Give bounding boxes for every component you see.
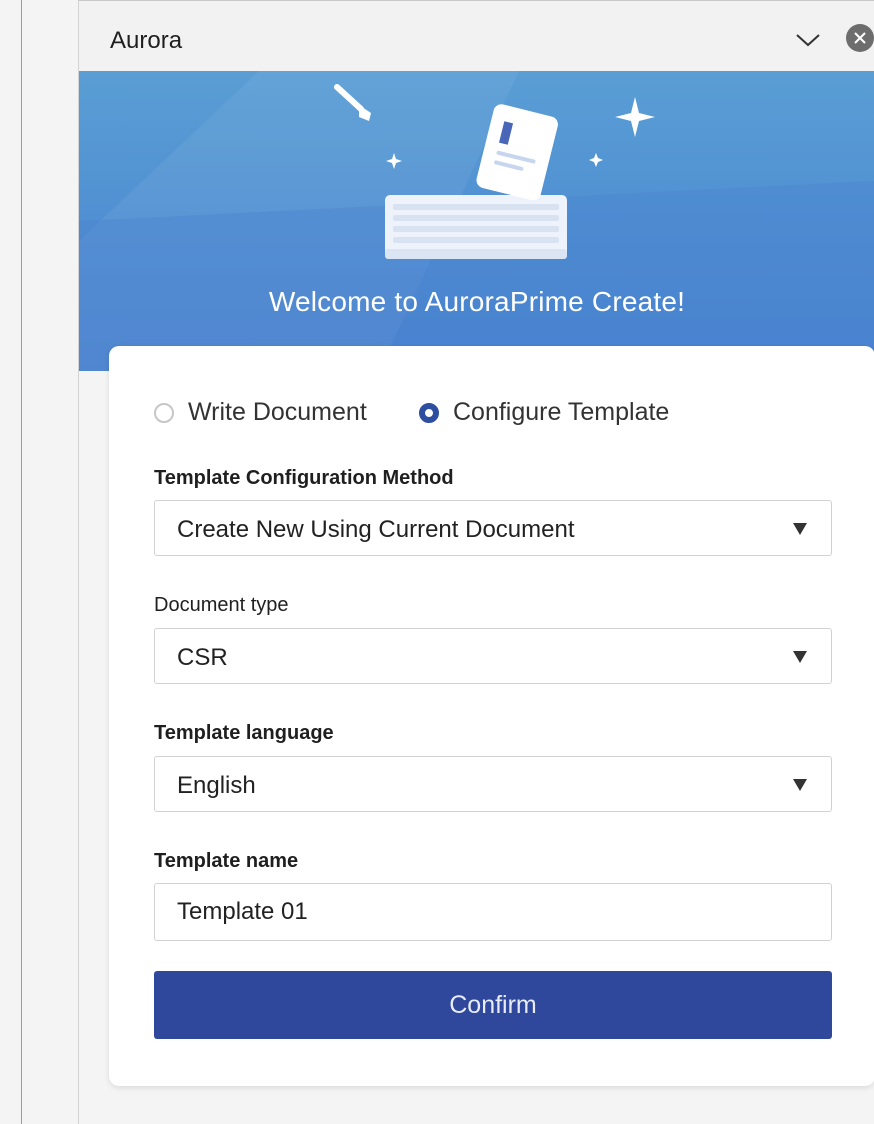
close-button[interactable] bbox=[846, 24, 874, 52]
form-card: Write Document Configure Template Templa… bbox=[109, 346, 874, 1086]
close-icon bbox=[854, 32, 866, 44]
confirm-button[interactable]: Confirm bbox=[154, 971, 832, 1039]
template-name-label: Template name bbox=[154, 850, 299, 872]
radio-configure-template[interactable]: Configure Template bbox=[419, 398, 669, 427]
caret-down-icon bbox=[793, 523, 807, 535]
caret-down-icon bbox=[793, 779, 807, 791]
side-panel: Aurora Welcome to AuroraPrime Create! Wr… bbox=[78, 0, 874, 1124]
caret-down-icon bbox=[793, 651, 807, 663]
template-method-select[interactable]: Create New Using Current Document bbox=[154, 500, 832, 556]
radio-configure-template-indicator[interactable] bbox=[419, 402, 439, 423]
left-strip bbox=[0, 0, 22, 1124]
panel-titlebar: Aurora bbox=[79, 1, 874, 71]
radio-configure-template-label: Configure Template bbox=[453, 398, 670, 426]
welcome-heading: Welcome to AuroraPrime Create! bbox=[268, 286, 686, 317]
radio-write-document-label: Write Document bbox=[188, 398, 367, 426]
keyboard-icon bbox=[385, 195, 567, 259]
radio-write-document[interactable]: Write Document bbox=[154, 398, 367, 427]
template-language-value: English bbox=[177, 772, 256, 799]
document-type-label: Document type bbox=[154, 594, 289, 616]
welcome-banner: Welcome to AuroraPrime Create! bbox=[79, 71, 874, 371]
radio-write-document-indicator[interactable] bbox=[154, 402, 174, 423]
template-name-input[interactable] bbox=[154, 883, 832, 941]
document-type-select[interactable]: CSR bbox=[154, 628, 832, 684]
template-method-value: Create New Using Current Document bbox=[177, 516, 575, 543]
template-method-label: Template Configuration Method bbox=[154, 467, 454, 489]
banner-illustration bbox=[79, 71, 874, 371]
template-language-label: Template language bbox=[154, 722, 334, 744]
chevron-down-icon[interactable] bbox=[795, 31, 821, 49]
template-language-select[interactable]: English bbox=[154, 756, 832, 812]
document-type-value: CSR bbox=[177, 644, 228, 671]
panel-title: Aurora bbox=[110, 27, 183, 54]
